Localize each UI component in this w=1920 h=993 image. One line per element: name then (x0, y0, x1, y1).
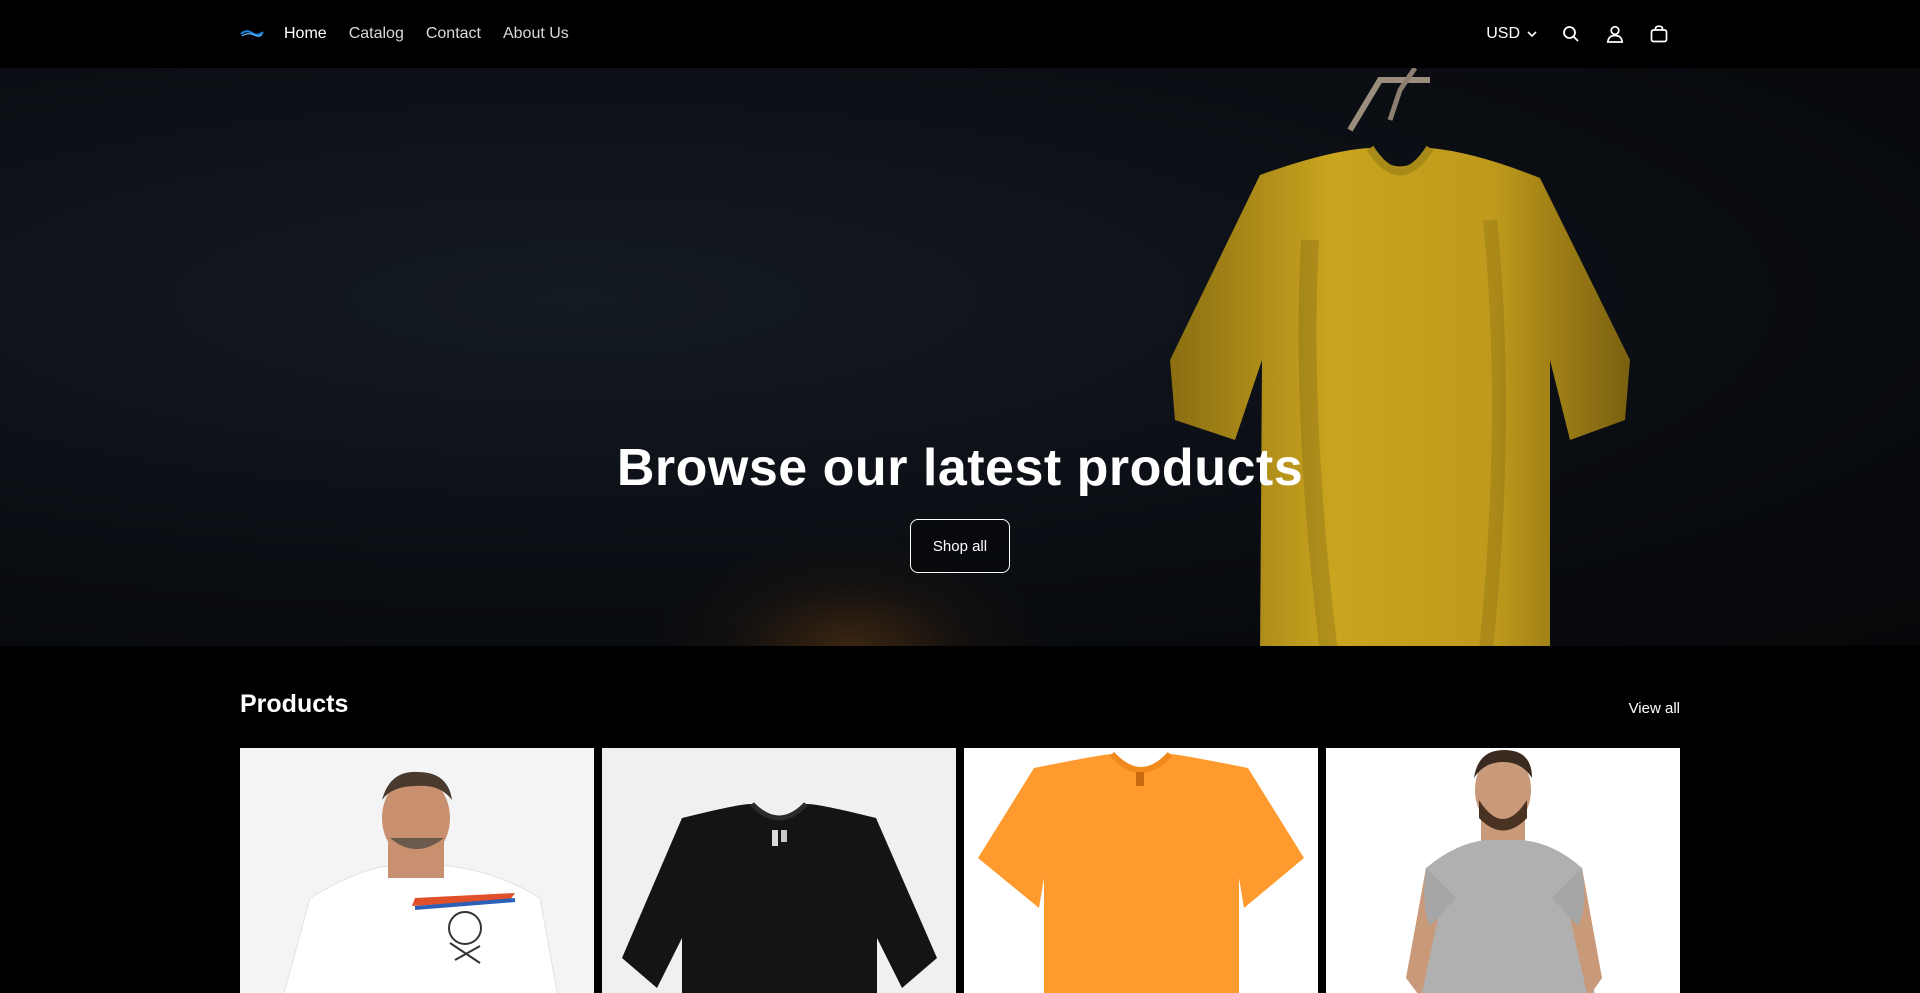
nav-about-us[interactable]: About Us (503, 23, 569, 45)
hero-banner: Browse our latest products Shop all (0, 68, 1920, 646)
product-card-3[interactable] (964, 748, 1318, 993)
product-image-white-hockey-tshirt (240, 748, 594, 993)
view-all-link[interactable]: View all (1629, 700, 1680, 717)
product-grid (240, 748, 1680, 993)
chevron-down-icon (1527, 31, 1537, 38)
product-card-1[interactable] (240, 748, 594, 993)
product-card-4[interactable] (1326, 748, 1680, 993)
main-nav: Home Catalog Contact About Us (284, 23, 569, 45)
site-header: Home Catalog Contact About Us USD (0, 0, 1920, 68)
store-logo[interactable] (240, 27, 264, 39)
account-button[interactable] (1604, 19, 1626, 49)
nav-contact[interactable]: Contact (426, 23, 481, 45)
cart-button[interactable] (1648, 19, 1670, 49)
search-button[interactable] (1560, 19, 1582, 49)
currency-label: USD (1486, 25, 1520, 42)
product-image-orange-tshirt (964, 748, 1318, 993)
currency-selector[interactable]: USD (1486, 19, 1538, 49)
nav-catalog[interactable]: Catalog (349, 23, 404, 45)
nav-home[interactable]: Home (284, 23, 327, 45)
product-image-black-tshirt (602, 748, 956, 993)
product-card-2[interactable] (602, 748, 956, 993)
cart-icon (1650, 25, 1668, 43)
hero-image-yellow-tshirt (1170, 68, 1630, 646)
products-heading: Products (240, 690, 349, 718)
product-image-grey-tshirt (1326, 748, 1680, 993)
shop-all-button[interactable]: Shop all (910, 519, 1010, 573)
hero-title: Browse our latest products (616, 439, 1304, 497)
header-actions: USD (1486, 19, 1670, 49)
search-icon (1563, 26, 1579, 42)
account-icon (1606, 25, 1624, 43)
